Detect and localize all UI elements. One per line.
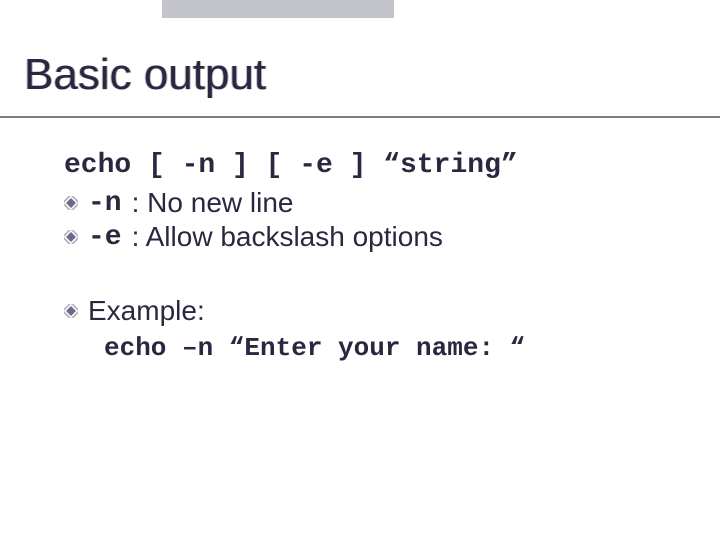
- slide-body: echo [ -n ] [ -e ] “string” -n : No new …: [64, 150, 664, 363]
- diamond-bullet-icon: [64, 230, 78, 244]
- bullet-code: -n: [88, 188, 122, 219]
- slide: Basic output echo [ -n ] [ -e ] “string”…: [0, 0, 720, 540]
- top-accent-bar: [162, 0, 394, 18]
- bullet-code: -e: [88, 222, 122, 253]
- syntax-line: echo [ -n ] [ -e ] “string”: [64, 150, 664, 181]
- page-title: Basic output: [24, 50, 266, 100]
- bullet-text: : Allow backslash options: [132, 221, 443, 253]
- page-title-text: Basic output: [24, 50, 266, 100]
- bullet-row: -e : Allow backslash options: [64, 221, 664, 253]
- bullet-row: -n : No new line: [64, 187, 664, 219]
- diamond-bullet-icon: [64, 196, 78, 210]
- example-code: echo –n “Enter your name: “: [104, 333, 664, 363]
- bullet-row: Example:: [64, 295, 664, 327]
- bullet-text: : No new line: [132, 187, 294, 219]
- diamond-bullet-icon: [64, 304, 78, 318]
- example-label: Example:: [88, 295, 205, 327]
- title-underline: [0, 116, 720, 118]
